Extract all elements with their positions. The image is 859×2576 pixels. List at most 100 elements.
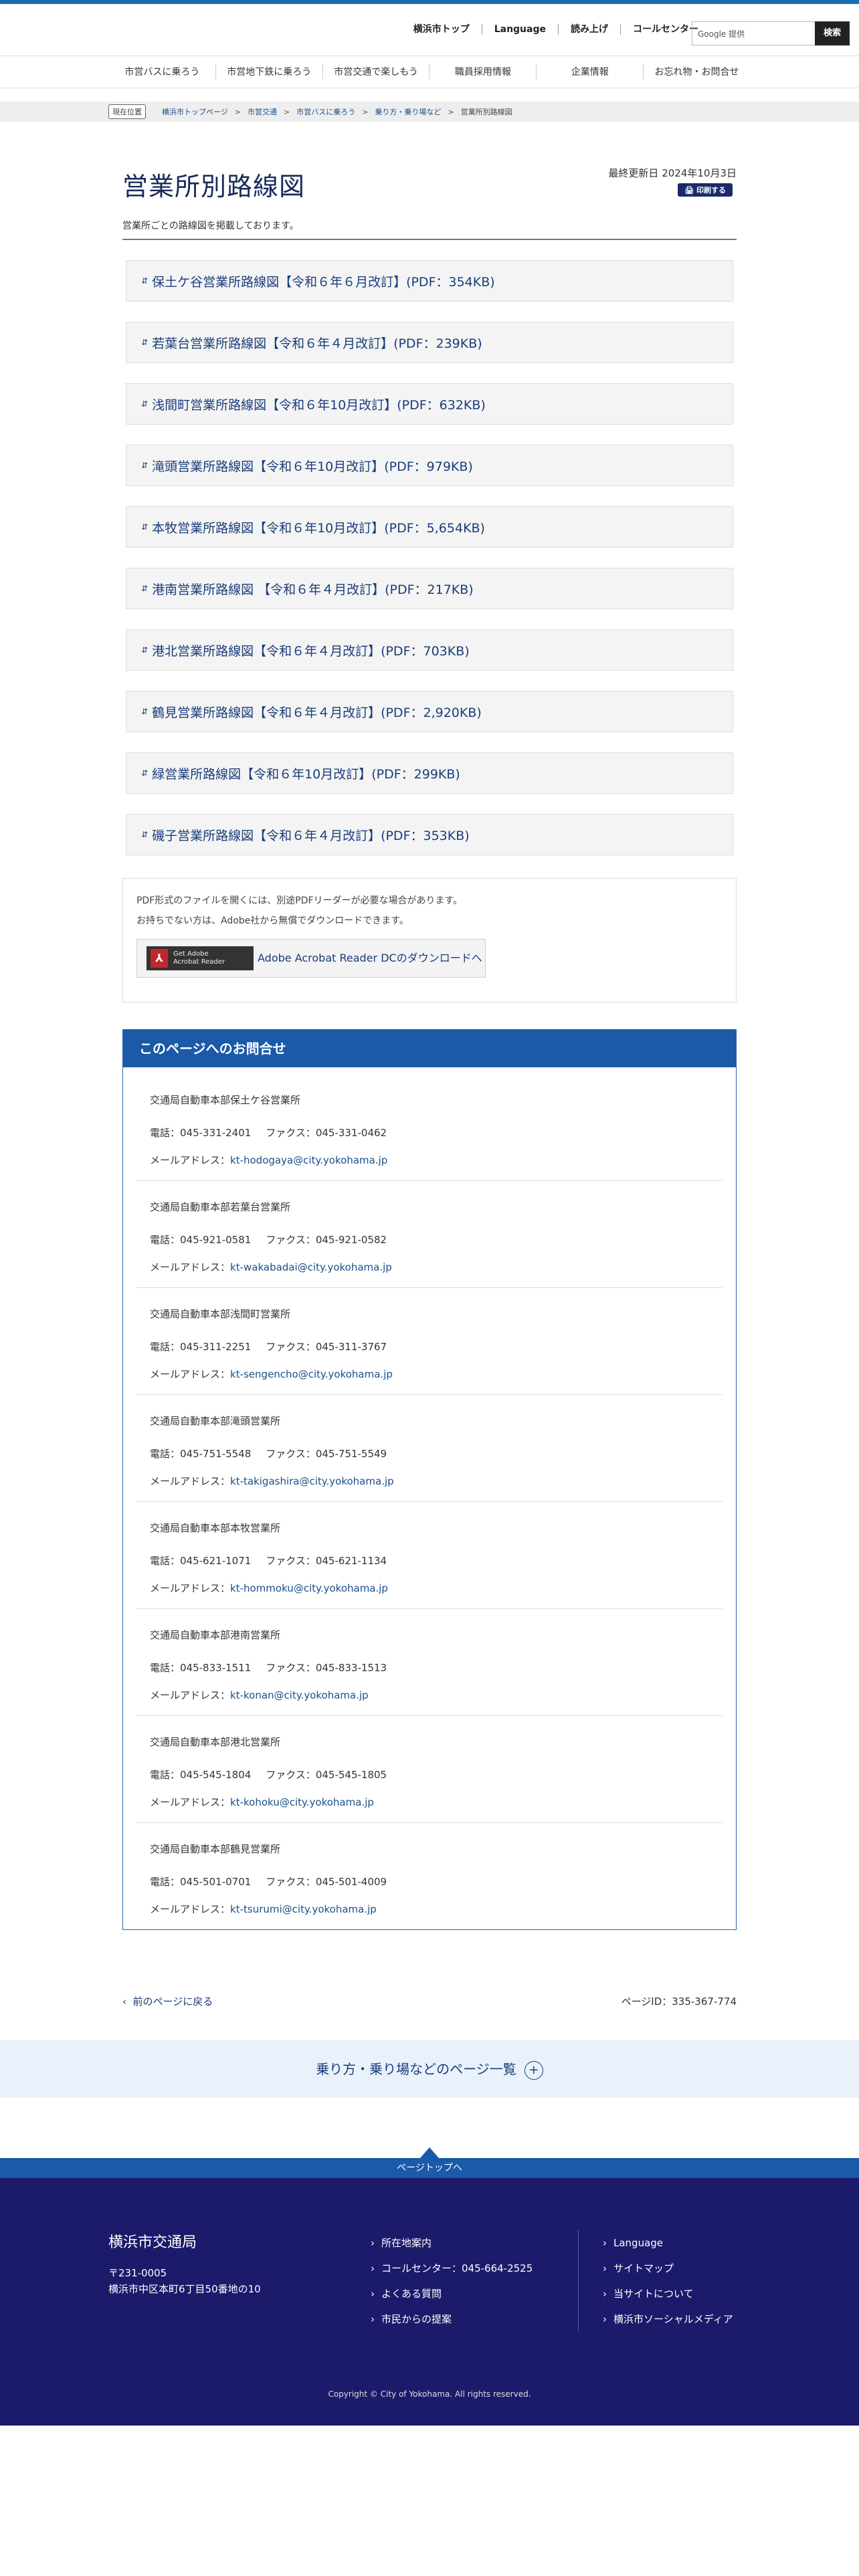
email-link[interactable]: kt-hommoku@city.yokohama.jp xyxy=(230,1582,388,1594)
gnav-recruit[interactable]: 職員採用情報 xyxy=(430,64,537,80)
route-map-link[interactable]: ⇵ 保土ケ谷営業所路線図【令和６年６月改訂】(PDF：354KB) xyxy=(126,260,733,302)
phone-number: 045-751-5548 xyxy=(180,1448,252,1460)
phone-label: 電話： xyxy=(150,1127,181,1139)
search-button[interactable]: 検索 xyxy=(815,21,850,45)
fax-number: 045-921-0582 xyxy=(315,1234,387,1246)
footer-link-label: サイトマップ xyxy=(613,2262,674,2274)
breadcrumb-item[interactable]: 乗り方・乗り場など xyxy=(375,106,441,117)
footer-link[interactable]: › 所在地案内 xyxy=(371,2230,578,2256)
footer-link[interactable]: › 市民からの提案 xyxy=(371,2306,578,2332)
pdf-icon: ⅄ xyxy=(151,949,168,968)
footer-link[interactable]: › コールセンター：045-664-2525 xyxy=(371,2256,578,2281)
page-top-label: ページトップへ xyxy=(397,2163,462,2173)
header-link-read-aloud[interactable]: 読み上げ xyxy=(559,24,621,35)
site-header: 横浜市トップ Language 読み上げ コールセンター Google 提供 検… xyxy=(0,4,859,56)
footer-link[interactable]: › サイトマップ xyxy=(603,2256,785,2281)
fax-number: 045-331-0462 xyxy=(315,1127,387,1139)
chevron-left-icon: ‹ xyxy=(122,1996,126,2008)
footer-link[interactable]: › 横浜市ソーシャルメディア xyxy=(603,2306,785,2332)
route-map-label: 保土ケ谷営業所路線図【令和６年６月改訂】(PDF：354KB) xyxy=(152,274,495,290)
back-link[interactable]: ‹ 前のページに戻る xyxy=(122,1994,213,2008)
route-map-link[interactable]: ⇵ 滝頭営業所路線図【令和６年10月改訂】(PDF：979KB) xyxy=(126,445,733,486)
chevron-right-icon: › xyxy=(603,2237,607,2249)
footer-link[interactable]: › よくある質問 xyxy=(371,2281,578,2306)
breadcrumb-item[interactable]: 横浜市トップページ xyxy=(162,106,228,117)
adobe-reader-badge: ⅄ Get Adobe Acrobat Reader xyxy=(147,946,254,970)
route-map-label: 浅間町営業所路線図【令和６年10月改訂】(PDF：632KB) xyxy=(152,397,486,413)
breadcrumb-separator: > xyxy=(234,107,241,116)
email-link[interactable]: kt-wakabadai@city.yokohama.jp xyxy=(230,1261,392,1273)
breadcrumb-item[interactable]: 市営交通 xyxy=(248,106,277,117)
header-link-language[interactable]: Language xyxy=(482,24,559,35)
office-phone-fax: 電話：045-751-5548 ファクス：045-751-5549 xyxy=(150,1446,709,1461)
email-link[interactable]: kt-kohoku@city.yokohama.jp xyxy=(230,1796,374,1808)
gnav-lost-found[interactable]: お忘れ物・お問合せ xyxy=(644,64,750,80)
office-phone-fax: 電話：045-331-2401 ファクス：045-331-0462 xyxy=(150,1125,709,1140)
route-map-link[interactable]: ⇵ 港南営業所路線図 【令和６年４月改訂】(PDF：217KB) xyxy=(126,568,733,609)
footer-link-label: 市民からの提案 xyxy=(381,2313,452,2325)
inquiry-box: このページへのお問合せ 交通局自動車本部保土ケ谷営業所 電話：045-331-24… xyxy=(122,1029,737,1930)
footer-link[interactable]: › Language xyxy=(603,2230,785,2256)
breadcrumb-item[interactable]: 市営バスに乗ろう xyxy=(296,106,355,117)
phone-label: 電話： xyxy=(150,1234,181,1246)
office-name: 交通局自動車本部鶴見営業所 xyxy=(150,1843,281,1855)
gnav-subway[interactable]: 市営地下鉄に乗ろう xyxy=(216,64,323,80)
office-name: 交通局自動車本部港南営業所 xyxy=(150,1629,281,1641)
footer-links-col-2: › Language › サイトマップ › 当サイトについて › 横浜市ソーシャルメディア xyxy=(578,2230,785,2332)
route-map-link[interactable]: ⇵ 浅間町営業所路線図【令和６年10月改訂】(PDF：632KB) xyxy=(126,383,733,425)
office-name: 交通局自動車本部若葉台営業所 xyxy=(150,1201,291,1213)
email-link[interactable]: kt-konan@city.yokohama.jp xyxy=(230,1689,369,1701)
office-name: 交通局自動車本部本牧営業所 xyxy=(150,1522,281,1534)
route-map-link[interactable]: ⇵ 鶴見営業所路線図【令和６年４月改訂】(PDF：2,920KB) xyxy=(126,691,733,732)
email-label: メールアドレス： xyxy=(150,1903,231,1915)
external-link-icon: ⇵ xyxy=(141,399,149,409)
office-phone-fax: 電話：045-833-1511 ファクス：045-833-1513 xyxy=(150,1660,709,1675)
email-label: メールアドレス： xyxy=(150,1689,231,1701)
office-email-row: メールアドレス：kt-hommoku@city.yokohama.jp xyxy=(150,1581,709,1595)
gnav-enjoy[interactable]: 市営交通で楽しもう xyxy=(323,64,430,80)
chevron-right-icon: › xyxy=(371,2237,375,2249)
office-contact: 交通局自動車本部鶴見営業所電話：045-501-0701 ファクス：045-501… xyxy=(136,1823,723,1929)
route-map-label: 港南営業所路線図 【令和６年４月改訂】(PDF：217KB) xyxy=(152,582,474,597)
phone-label: 電話： xyxy=(150,1448,181,1460)
phone-number: 045-921-0581 xyxy=(180,1234,252,1246)
page-list-toggle[interactable]: 乗り方・乗り場などのページ一覧 + xyxy=(0,2040,859,2098)
office-contact: 交通局自動車本部浅間町営業所 電話：045-311-2251 ファクス：045-31… xyxy=(136,1288,723,1395)
page-id: ページID：335-367-774 xyxy=(621,1996,737,2008)
page-top-button[interactable]: ページトップへ xyxy=(0,2147,859,2178)
email-link[interactable]: kt-sengencho@city.yokohama.jp xyxy=(230,1368,393,1380)
route-map-link[interactable]: ⇵ 本牧営業所路線図【令和６年10月改訂】(PDF：5,654KB) xyxy=(126,506,733,548)
email-link[interactable]: kt-hodogaya@city.yokohama.jp xyxy=(230,1154,387,1166)
email-label: メールアドレス： xyxy=(150,1475,231,1487)
page-list-label: 乗り方・乗り場などのページ一覧 xyxy=(316,2061,516,2077)
search-input[interactable]: Google 提供 xyxy=(692,21,816,45)
office-list: 交通局自動車本部保土ケ谷営業所 電話：045-331-2401 ファクス：045-3… xyxy=(123,1067,736,1929)
office-email-row: メールアドレス：kt-sengencho@city.yokohama.jp xyxy=(150,1367,709,1381)
route-map-link[interactable]: ⇵ 港北営業所路線図【令和６年４月改訂】(PDF：703KB) xyxy=(126,629,733,671)
office-contact: 交通局自動車本部本牧営業所 電話：045-621-1071 ファクス：045-621… xyxy=(136,1502,723,1609)
email-link[interactable]: kt-takigashira@city.yokohama.jp xyxy=(230,1475,394,1487)
footer-link[interactable]: › 当サイトについて xyxy=(603,2281,785,2306)
gnav-bus[interactable]: 市営バスに乗ろう xyxy=(109,64,216,80)
office-email-row: メールアドレス：kt-konan@city.yokohama.jp xyxy=(150,1688,709,1702)
route-map-link[interactable]: ⇵ 磯子営業所路線図【令和６年４月改訂】(PDF：353KB) xyxy=(126,814,733,855)
adobe-download-link[interactable]: ⅄ Get Adobe Acrobat Reader Adobe Acrobat… xyxy=(136,939,486,978)
gnav-company[interactable]: 企業情報 xyxy=(537,64,644,80)
route-map-link[interactable]: ⇵ 緑営業所路線図【令和６年10月改訂】(PDF：299KB) xyxy=(126,752,733,794)
chevron-right-icon: › xyxy=(603,2288,607,2300)
header-link-yokohama-top[interactable]: 横浜市トップ xyxy=(401,24,482,35)
office-phone-fax: 電話：045-501-0701 ファクス：045-501-4009 xyxy=(150,1874,709,1889)
office-email-row: メールアドレス：kt-hodogaya@city.yokohama.jp xyxy=(150,1153,709,1167)
route-map-link[interactable]: ⇵ 若葉台営業所路線図【令和６年４月改訂】(PDF：239KB) xyxy=(126,322,733,363)
office-email-row: メールアドレス：kt-tsurumi@city.yokohama.jp xyxy=(150,1902,709,1916)
print-button[interactable]: 🖨 印刷する xyxy=(678,183,733,197)
breadcrumb-current: 営業所別路線図 xyxy=(460,108,512,116)
fax-number: 045-833-1513 xyxy=(315,1662,387,1674)
breadcrumb: 現在位置 横浜市トップページ > 市営交通 > 市営バスに乗ろう > 乗り方・乗り場な… xyxy=(0,102,859,122)
route-map-label: 滝頭営業所路線図【令和６年10月改訂】(PDF：979KB) xyxy=(152,459,473,474)
external-link-icon: ⇵ xyxy=(141,461,149,470)
phone-number: 045-501-0701 xyxy=(180,1876,252,1888)
phone-label: 電話： xyxy=(150,1662,181,1674)
chevron-right-icon: › xyxy=(371,2313,375,2325)
email-link[interactable]: kt-tsurumi@city.yokohama.jp xyxy=(230,1903,377,1915)
